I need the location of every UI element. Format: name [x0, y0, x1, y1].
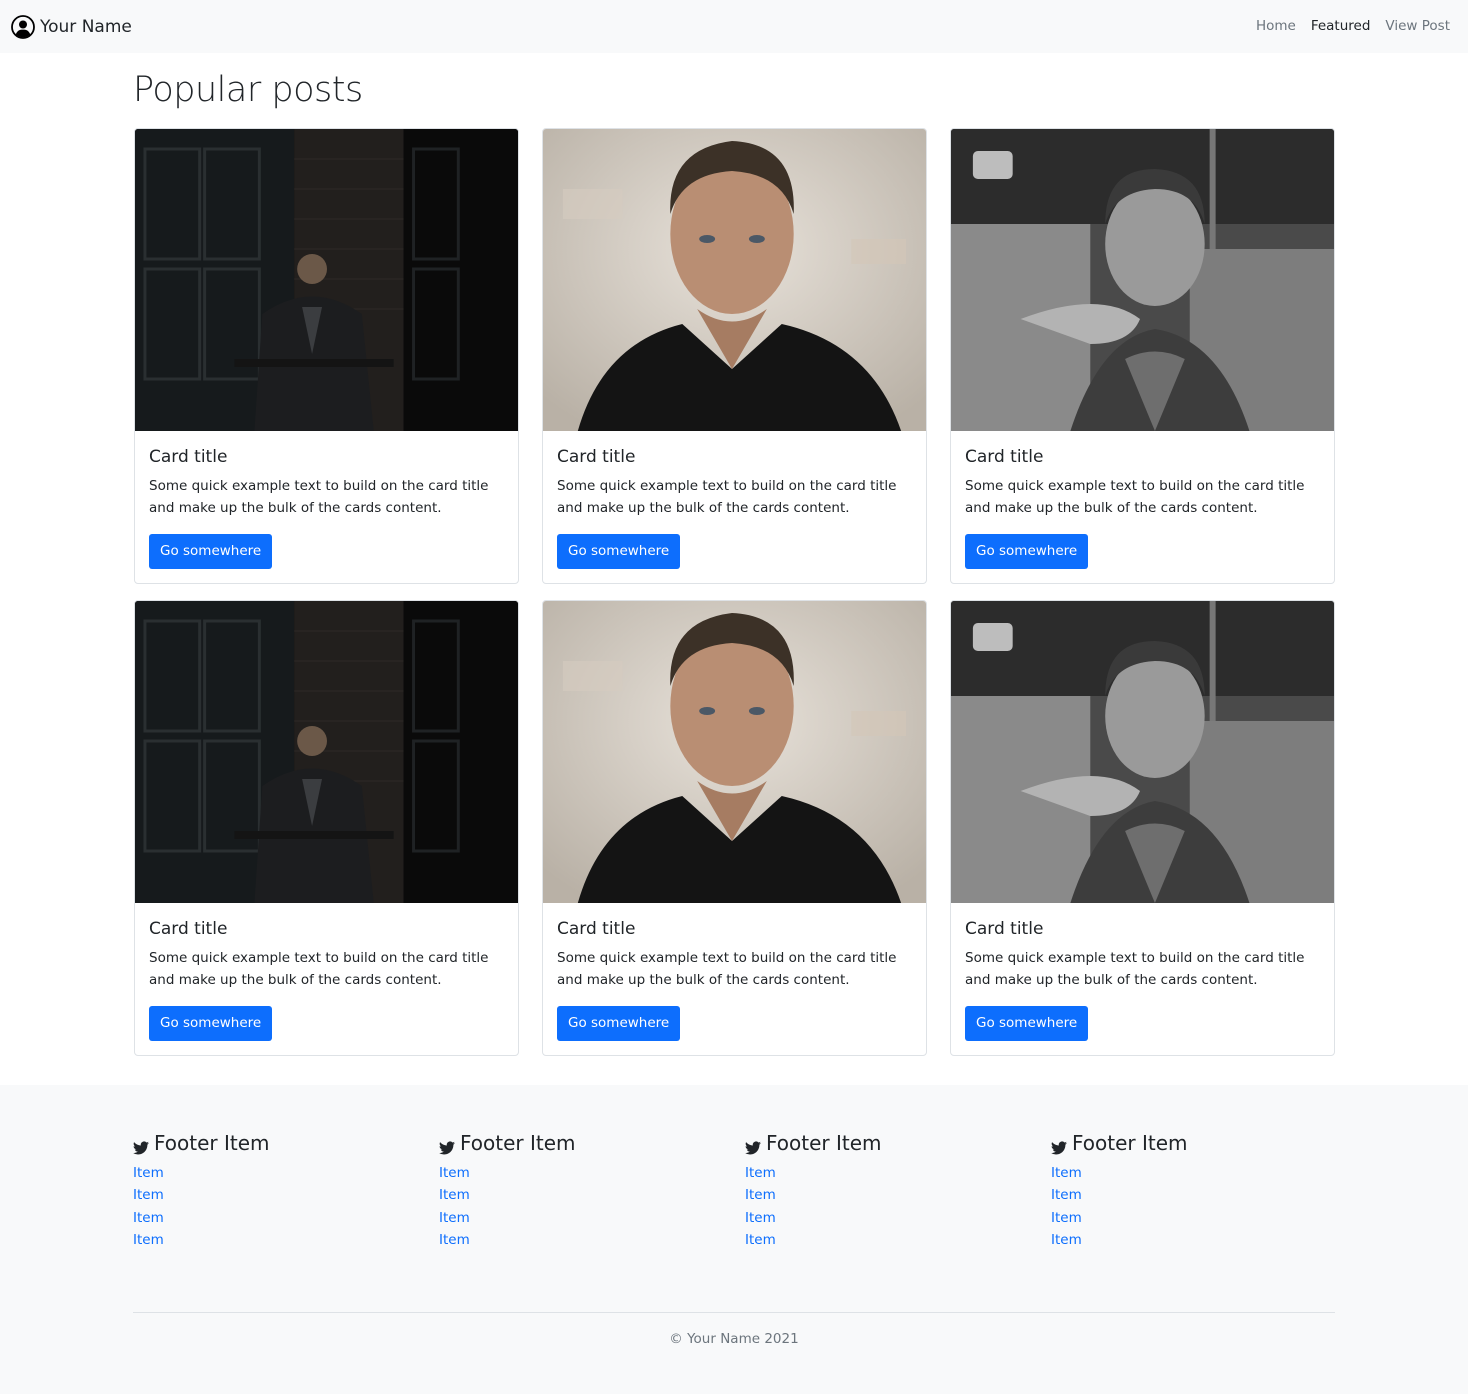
card-text: Some quick example text to build on the …	[965, 478, 1305, 516]
footer-divider	[133, 1312, 1335, 1313]
card-text: Some quick example text to build on the …	[965, 950, 1305, 988]
go-somewhere-button[interactable]: Go somewhere	[965, 534, 1089, 569]
footer-heading-text: Footer Item	[154, 1131, 270, 1155]
twitter-icon	[745, 1137, 761, 1154]
footer-link[interactable]: Item	[133, 1232, 164, 1248]
card-body: Card title Some quick example text to bu…	[951, 431, 1334, 583]
go-somewhere-button[interactable]: Go somewhere	[149, 534, 273, 569]
go-somewhere-button[interactable]: Go somewhere	[557, 1006, 681, 1041]
twitter-icon	[133, 1137, 149, 1154]
footer-link[interactable]: Item	[745, 1165, 776, 1181]
nav-link-featured[interactable]: Featured	[1311, 18, 1371, 34]
footer-link[interactable]: Item	[133, 1165, 164, 1181]
card: Card title Some quick example text to bu…	[542, 600, 927, 1056]
footer-heading: Footer Item	[745, 1131, 1035, 1155]
footer-column: Footer Item Item Item Item Item	[745, 1131, 1035, 1251]
page-title: Popular posts	[133, 70, 363, 110]
footer-link[interactable]: Item	[439, 1165, 470, 1181]
card: Card title Some quick example text to bu…	[134, 128, 519, 584]
card-body: Card title Some quick example text to bu…	[135, 903, 518, 1055]
footer-link[interactable]: Item	[439, 1232, 470, 1248]
card-image-bw-thinking-portrait	[951, 129, 1334, 431]
footer-link[interactable]: Item	[133, 1210, 164, 1226]
card-image-closeup-portrait	[543, 601, 926, 903]
card-image-dark-window-portrait	[135, 129, 518, 431]
navbar: Your Name Home Featured View Post	[0, 0, 1468, 53]
footer-link[interactable]: Item	[745, 1187, 776, 1203]
footer-heading: Footer Item	[1051, 1131, 1341, 1155]
brand-link[interactable]: Your Name	[11, 14, 132, 40]
footer-heading-text: Footer Item	[1072, 1131, 1188, 1155]
footer-list: Item Item Item Item	[133, 1162, 423, 1251]
go-somewhere-button[interactable]: Go somewhere	[149, 1006, 273, 1041]
footer-link[interactable]: Item	[1051, 1210, 1082, 1226]
footer-list: Item Item Item Item	[1051, 1162, 1341, 1251]
card: Card title Some quick example text to bu…	[950, 128, 1335, 584]
card-body: Card title Some quick example text to bu…	[543, 903, 926, 1055]
card-title: Card title	[965, 447, 1044, 467]
footer-link[interactable]: Item	[1051, 1232, 1082, 1248]
go-somewhere-button[interactable]: Go somewhere	[557, 534, 681, 569]
card-body: Card title Some quick example text to bu…	[951, 903, 1334, 1055]
footer-link[interactable]: Item	[745, 1232, 776, 1248]
card-title: Card title	[149, 447, 228, 467]
footer-heading: Footer Item	[133, 1131, 423, 1155]
footer-heading: Footer Item	[439, 1131, 729, 1155]
footer-link[interactable]: Item	[1051, 1187, 1082, 1203]
nav-links: Home Featured View Post	[1241, 18, 1450, 34]
footer-column: Footer Item Item Item Item Item	[133, 1131, 423, 1251]
card-text: Some quick example text to build on the …	[557, 478, 897, 516]
card-text: Some quick example text to build on the …	[149, 478, 489, 516]
footer-heading-text: Footer Item	[766, 1131, 882, 1155]
card-body: Card title Some quick example text to bu…	[543, 431, 926, 583]
card-title: Card title	[557, 919, 636, 939]
card-body: Card title Some quick example text to bu…	[135, 431, 518, 583]
twitter-icon	[439, 1137, 455, 1154]
card-title: Card title	[557, 447, 636, 467]
nav-link-home[interactable]: Home	[1256, 18, 1296, 34]
footer-list: Item Item Item Item	[745, 1162, 1035, 1251]
brand-name: Your Name	[40, 17, 132, 37]
footer-link[interactable]: Item	[1051, 1165, 1082, 1181]
card: Card title Some quick example text to bu…	[950, 600, 1335, 1056]
footer-heading-text: Footer Item	[460, 1131, 576, 1155]
twitter-icon	[1051, 1137, 1067, 1154]
footer-link[interactable]: Item	[439, 1210, 470, 1226]
card-text: Some quick example text to build on the …	[557, 950, 897, 988]
footer-link[interactable]: Item	[133, 1187, 164, 1203]
card: Card title Some quick example text to bu…	[542, 128, 927, 584]
footer-column: Footer Item Item Item Item Item	[439, 1131, 729, 1251]
footer-link[interactable]: Item	[745, 1210, 776, 1226]
card-title: Card title	[965, 919, 1044, 939]
card: Card title Some quick example text to bu…	[134, 600, 519, 1056]
nav-link-view-post[interactable]: View Post	[1385, 18, 1450, 34]
footer-list: Item Item Item Item	[439, 1162, 729, 1251]
card-image-bw-thinking-portrait	[951, 601, 1334, 903]
copyright-text: © Your Name 2021	[669, 1331, 799, 1347]
footer-column: Footer Item Item Item Item Item	[1051, 1131, 1341, 1251]
footer-link[interactable]: Item	[439, 1187, 470, 1203]
footer: Footer Item Item Item Item Item Footer I…	[0, 1085, 1468, 1394]
user-circle-icon	[11, 15, 35, 39]
card-text: Some quick example text to build on the …	[149, 950, 489, 988]
card-title: Card title	[149, 919, 228, 939]
go-somewhere-button[interactable]: Go somewhere	[965, 1006, 1089, 1041]
card-image-dark-window-portrait	[135, 601, 518, 903]
card-image-closeup-portrait	[543, 129, 926, 431]
